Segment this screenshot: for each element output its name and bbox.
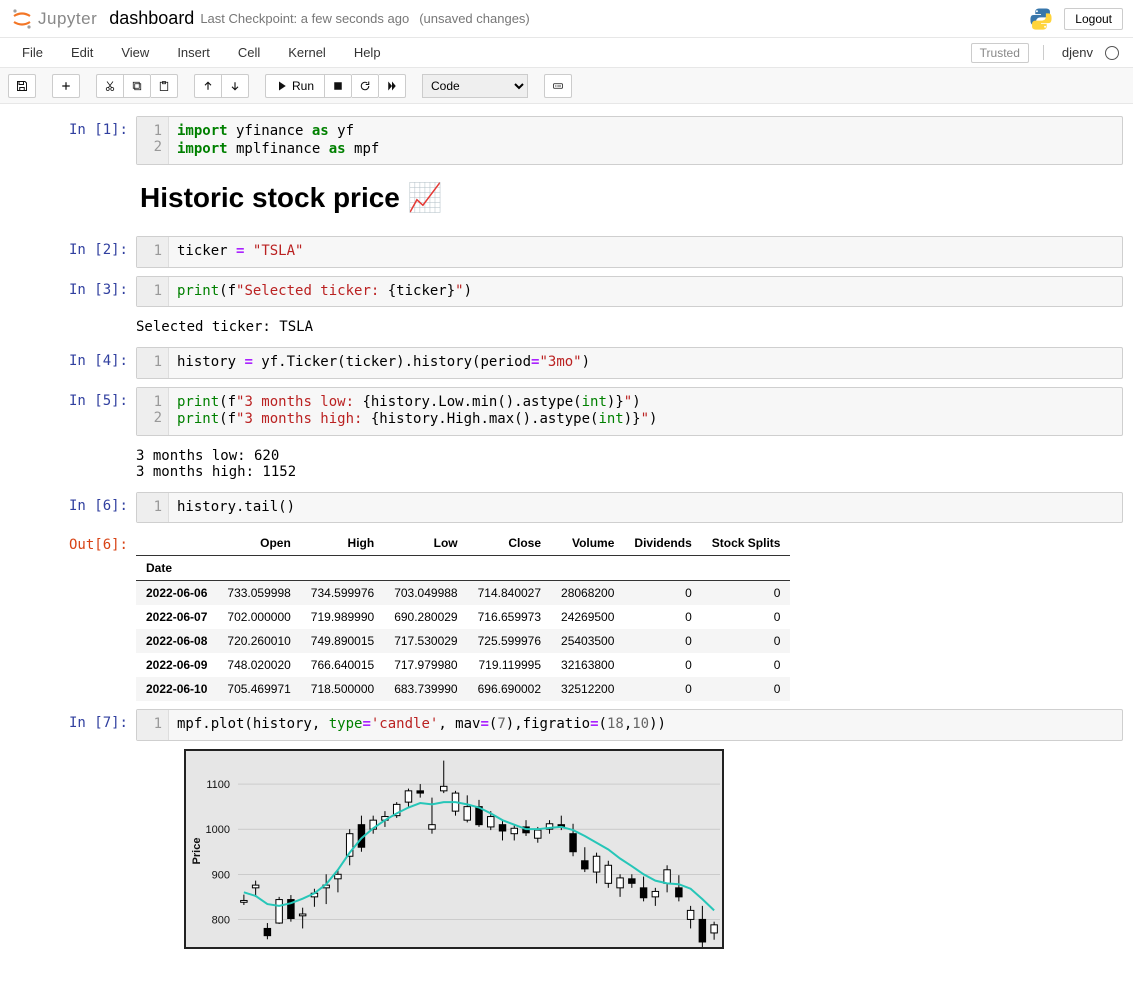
- cell-7-output: 800 900 1000 1100 Price: [0, 747, 1133, 954]
- out-prompt: Out[6]:: [10, 531, 136, 701]
- cut-button[interactable]: [96, 74, 124, 98]
- code-input[interactable]: 1 history = yf.Ticker(ticker).history(pe…: [136, 347, 1123, 379]
- cell-6-output: Out[6]: OpenHighLowCloseVolumeDividendsS…: [0, 529, 1133, 703]
- paste-button[interactable]: [151, 74, 178, 98]
- toolbar: Run Code: [0, 68, 1133, 104]
- menu-view[interactable]: View: [107, 40, 163, 65]
- cell-markdown[interactable]: Historic stock price 📈: [0, 171, 1133, 230]
- gutter: 1: [137, 710, 169, 740]
- cell-1[interactable]: In [1]: 12 import yfinance as yf import …: [0, 114, 1133, 167]
- move-up-button[interactable]: [194, 74, 222, 98]
- in-prompt: In [6]:: [10, 492, 136, 524]
- notebook: In [1]: 12 import yfinance as yf import …: [0, 104, 1133, 998]
- in-prompt: In [2]:: [10, 236, 136, 268]
- code[interactable]: import yfinance as yf import mplfinance …: [169, 117, 1122, 164]
- stdout: 3 months low: 620 3 months high: 1152: [136, 444, 1123, 484]
- in-prompt: In [5]:: [10, 387, 136, 436]
- menu-cell[interactable]: Cell: [224, 40, 274, 65]
- jupyter-logo[interactable]: Jupyter: [10, 7, 97, 31]
- save-button[interactable]: [8, 74, 36, 98]
- chart-output: 800 900 1000 1100 Price: [136, 749, 1123, 952]
- cell-4[interactable]: In [4]: 1 history = yf.Ticker(ticker).hi…: [0, 345, 1133, 381]
- svg-text:1100: 1100: [206, 779, 230, 791]
- out-prompt-empty: [10, 444, 136, 484]
- jupyter-brand: Jupyter: [38, 9, 97, 29]
- cell-5-output: 3 months low: 620 3 months high: 1152: [0, 442, 1133, 486]
- code-input[interactable]: 12 import yfinance as yf import mplfinan…: [136, 116, 1123, 165]
- cell-3-output: Selected ticker: TSLA: [0, 313, 1133, 341]
- candlestick-chart: 800 900 1000 1100 Price: [184, 749, 724, 949]
- gutter: 1: [137, 493, 169, 523]
- code-input[interactable]: 1 print(f"Selected ticker: {ticker}"): [136, 276, 1123, 308]
- menubar: File Edit View Insert Cell Kernel Help T…: [0, 38, 1133, 68]
- kernel-name[interactable]: djenv: [1043, 45, 1093, 60]
- code[interactable]: history = yf.Ticker(ticker).history(peri…: [169, 348, 1122, 378]
- gutter: 12: [137, 117, 169, 164]
- header: Jupyter dashboard Last Checkpoint: a few…: [0, 0, 1133, 38]
- code-input[interactable]: 1 ticker = "TSLA": [136, 236, 1123, 268]
- gutter: 1: [137, 348, 169, 378]
- add-cell-button[interactable]: [52, 74, 80, 98]
- interrupt-button[interactable]: [325, 74, 352, 98]
- notebook-title[interactable]: dashboard: [109, 8, 194, 29]
- restart-button[interactable]: [352, 74, 379, 98]
- in-prompt: In [1]:: [10, 116, 136, 165]
- menu-insert[interactable]: Insert: [163, 40, 224, 65]
- gutter: 1: [137, 237, 169, 267]
- svg-text:Price: Price: [191, 837, 203, 864]
- svg-text:900: 900: [212, 869, 230, 881]
- dataframe-output: OpenHighLowCloseVolumeDividendsStock Spl…: [136, 531, 1123, 701]
- svg-text:800: 800: [212, 914, 230, 926]
- cell-7[interactable]: In [7]: 1 mpf.plot(history, type='candle…: [0, 707, 1133, 743]
- code[interactable]: mpf.plot(history, type='candle', mav=(7)…: [169, 710, 1122, 740]
- copy-button[interactable]: [124, 74, 151, 98]
- code-input[interactable]: 1 history.tail(): [136, 492, 1123, 524]
- command-palette-button[interactable]: [544, 74, 572, 98]
- checkpoint-text: Last Checkpoint: a few seconds ago: [200, 11, 409, 26]
- code-input[interactable]: 1 mpf.plot(history, type='candle', mav=(…: [136, 709, 1123, 741]
- menu-edit[interactable]: Edit: [57, 40, 107, 65]
- dataframe-table: OpenHighLowCloseVolumeDividendsStock Spl…: [136, 531, 790, 701]
- logout-button[interactable]: Logout: [1064, 8, 1123, 30]
- gutter: 1: [137, 277, 169, 307]
- menu-kernel[interactable]: Kernel: [274, 40, 340, 65]
- cell-6[interactable]: In [6]: 1 history.tail(): [0, 490, 1133, 526]
- celltype-select[interactable]: Code: [422, 74, 528, 98]
- move-down-button[interactable]: [222, 74, 249, 98]
- stdout: Selected ticker: TSLA: [136, 315, 1123, 339]
- menu-help[interactable]: Help: [340, 40, 395, 65]
- svg-text:1000: 1000: [206, 824, 230, 836]
- gutter: 12: [137, 388, 169, 435]
- code[interactable]: history.tail(): [169, 493, 1122, 523]
- out-prompt-empty: [10, 749, 136, 952]
- in-prompt: In [4]:: [10, 347, 136, 379]
- jupyter-icon: [10, 7, 34, 31]
- in-prompt-empty: [10, 173, 136, 228]
- code[interactable]: ticker = "TSLA": [169, 237, 1122, 267]
- menu-file[interactable]: File: [8, 40, 57, 65]
- cell-5[interactable]: In [5]: 12 print(f"3 months low: {histor…: [0, 385, 1133, 438]
- cell-3[interactable]: In [3]: 1 print(f"Selected ticker: {tick…: [0, 274, 1133, 310]
- python-icon: [1028, 6, 1054, 32]
- unsaved-text: (unsaved changes): [419, 11, 530, 26]
- code[interactable]: print(f"3 months low: {history.Low.min()…: [169, 388, 1122, 435]
- heading-historic-stock: Historic stock price 📈: [140, 181, 1123, 214]
- trusted-indicator[interactable]: Trusted: [971, 43, 1029, 63]
- markdown-content[interactable]: Historic stock price 📈: [136, 173, 1123, 228]
- out-prompt-empty: [10, 315, 136, 339]
- in-prompt: In [3]:: [10, 276, 136, 308]
- in-prompt: In [7]:: [10, 709, 136, 741]
- code-input[interactable]: 12 print(f"3 months low: {history.Low.mi…: [136, 387, 1123, 436]
- code[interactable]: print(f"Selected ticker: {ticker}"): [169, 277, 1122, 307]
- cell-2[interactable]: In [2]: 1 ticker = "TSLA": [0, 234, 1133, 270]
- restart-run-all-button[interactable]: [379, 74, 406, 98]
- kernel-idle-icon: [1105, 46, 1119, 60]
- run-button[interactable]: Run: [265, 74, 325, 98]
